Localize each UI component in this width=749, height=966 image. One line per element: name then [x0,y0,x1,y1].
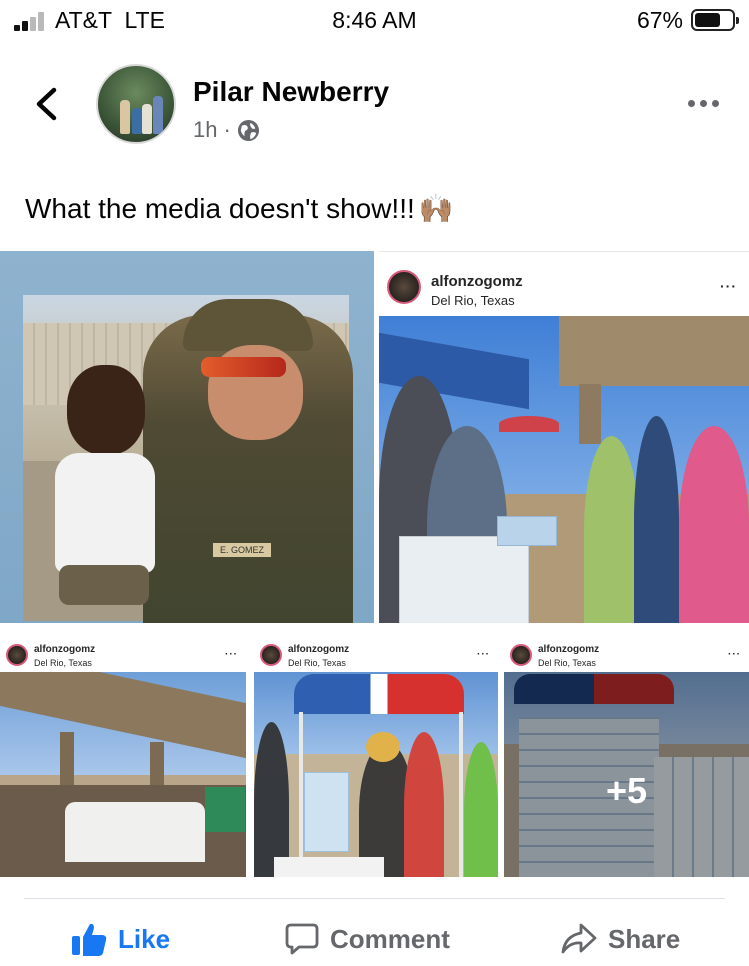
comment-label: Comment [330,923,450,954]
photo-bridge-crowd[interactable]: alfonzogomz Del Rio, Texas ··· [0,627,246,877]
embedded-username: alfonzogomz [538,644,600,655]
raised-hands-emoji: 🙌🏽 [418,193,454,224]
embedded-menu-icon: ··· [720,278,737,294]
embedded-menu-icon: ··· [728,649,741,660]
battery-icon [691,9,739,31]
photo-officer-with-child[interactable]: E. GOMEZ [0,251,374,623]
comment-icon [285,923,319,955]
embedded-avatar [387,270,421,304]
battery-percent: 67% [636,7,683,33]
more-photos-count[interactable]: +5 [504,770,749,812]
like-label: Like [118,923,171,954]
embedded-location: Del Rio, Texas [34,658,92,668]
chevron-left-icon[interactable] [30,85,64,123]
like-button[interactable]: Like [70,917,170,961]
photo-water-distribution[interactable]: alfonzogomz Del Rio, Texas ··· [379,251,749,623]
share-button[interactable]: Share [560,917,680,961]
embedded-location: Del Rio, Texas [538,658,596,668]
author-name[interactable]: Pilar Newberry [193,76,389,108]
embedded-location: Del Rio, Texas [431,293,515,308]
avatar[interactable] [96,64,176,144]
photo-tent-volunteers[interactable]: alfonzogomz Del Rio, Texas ··· [254,627,498,877]
post-meta: 1h · [193,117,260,143]
photo-water-pallets[interactable]: alfonzogomz Del Rio, Texas ··· +5 [504,627,749,877]
embedded-menu-icon: ··· [225,649,238,660]
embedded-username: alfonzogomz [431,273,523,290]
embedded-menu-icon: ··· [477,649,490,660]
post-time[interactable]: 1h [193,117,217,143]
meta-separator: · [223,117,231,142]
embedded-location: Del Rio, Texas [288,658,346,668]
name-tape: E. GOMEZ [213,543,271,557]
embedded-username: alfonzogomz [288,644,350,655]
embedded-avatar [6,644,28,666]
embedded-avatar [510,644,532,666]
signal-strength-icon [14,11,48,31]
embedded-username: alfonzogomz [34,644,96,655]
share-label: Share [608,923,681,954]
comment-button[interactable]: Comment [284,917,450,961]
status-bar: AT&T LTE 8:46 AM 67% [0,0,749,42]
post-text: What the media doesn't show!!! 🙌🏽 [25,192,454,225]
carrier-label: AT&T LTE [55,7,165,33]
share-arrow-icon [561,923,597,954]
thumbs-up-icon [72,923,107,956]
action-divider [24,898,725,899]
embedded-avatar [260,644,282,666]
post-message: What the media doesn't show!!! [25,192,415,224]
post-header: Pilar Newberry 1h · [0,50,749,160]
more-options-icon[interactable] [688,100,719,107]
globe-icon [237,119,259,141]
